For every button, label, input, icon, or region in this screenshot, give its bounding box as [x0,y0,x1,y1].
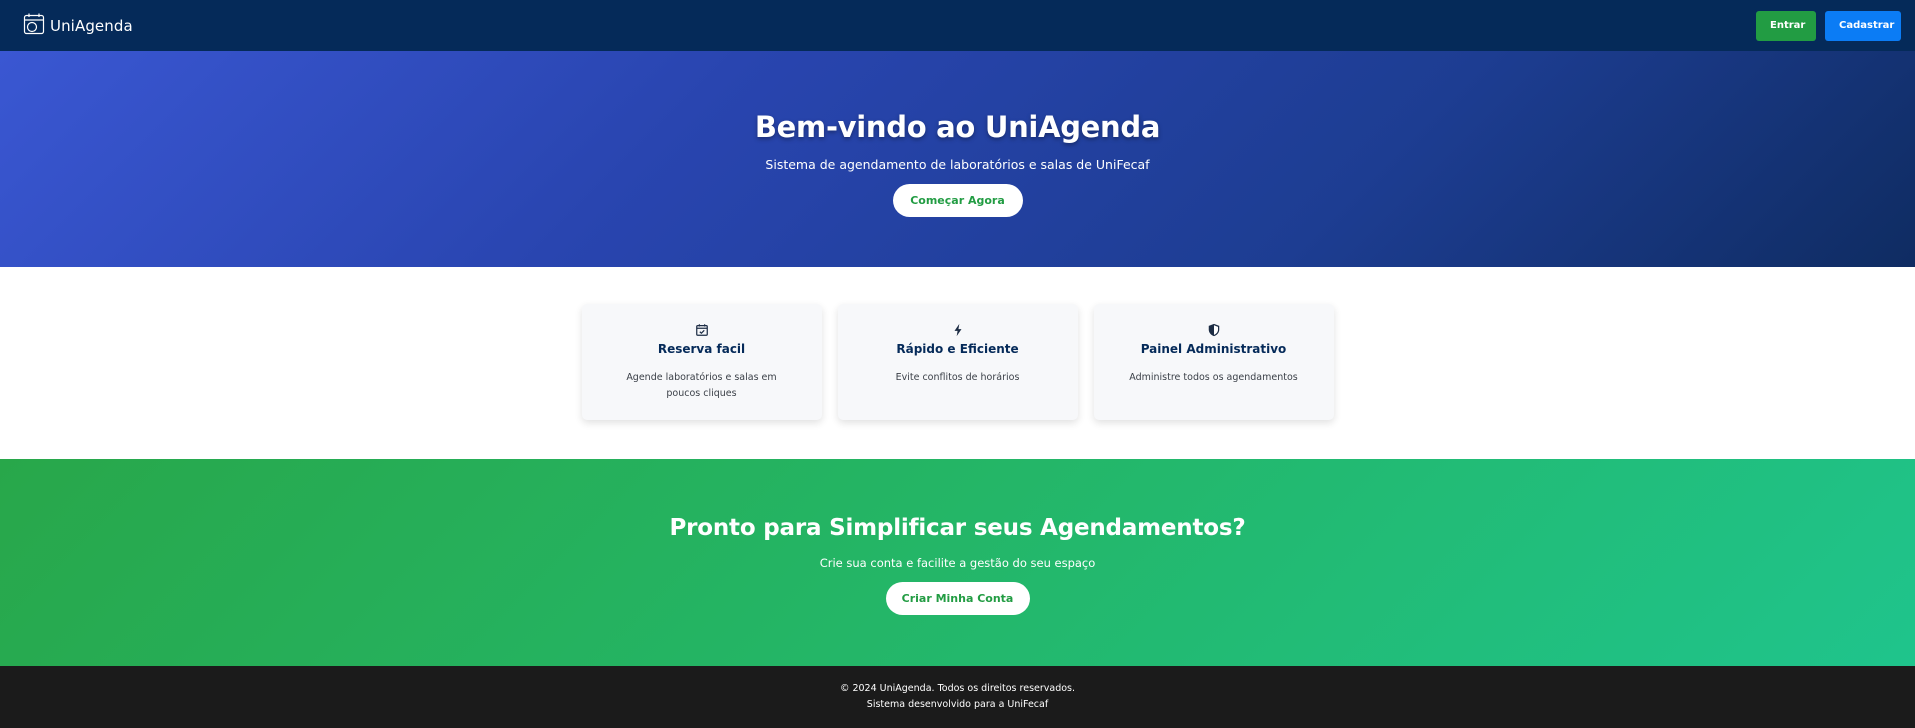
get-started-button[interactable]: Começar Agora [892,184,1023,217]
hero-title: Bem-vindo ao UniAgenda [754,110,1161,144]
hero-section: Bem-vindo ao UniAgenda Sistema de agenda… [0,51,1915,267]
feature-title: Rápido e Eficiente [896,342,1019,356]
create-account-button[interactable]: Criar Minha Conta [885,582,1030,615]
footer: © 2024 UniAgenda. Todos os direitos rese… [0,666,1915,728]
features-section: Reserva facil Agende laboratórios e sala… [0,267,1915,459]
feature-description: Agende laboratórios e salas em poucos cl… [626,372,777,399]
navbar: UniAgenda Entrar Cadastrar [0,0,1915,51]
feature-title: Painel Administrativo [1140,342,1287,356]
login-button[interactable]: Entrar [1756,10,1816,41]
feature-description: Administre todos os agendamentos [1129,372,1298,383]
hero-subtitle: Sistema de agendamento de laboratórios e… [765,157,1150,172]
lightning-bolt-icon [951,323,965,337]
feature-card-fast: Rápido e Eficiente Evite conflitos de ho… [837,304,1078,420]
shield-icon [1207,323,1221,337]
nav-actions: Entrar Cadastrar [1756,10,1901,41]
register-button[interactable]: Cadastrar [1825,10,1901,41]
feature-description: Evite conflitos de horários [895,372,1020,383]
feature-title: Reserva facil [657,342,746,356]
feature-card-easy-booking: Reserva facil Agende laboratórios e sala… [581,304,822,420]
calendar-logo-icon [22,12,46,40]
calendar-check-icon [695,323,709,337]
brand-link[interactable]: UniAgenda [22,12,133,40]
footer-credit: Sistema desenvolvido para a UniFecaf [866,699,1049,710]
cta-subtitle: Crie sua conta e facilite a gestão do se… [819,556,1096,570]
cta-section: Pronto para Simplificar seus Agendamento… [0,459,1915,666]
brand-name: UniAgenda [50,16,133,35]
feature-card-admin-panel: Painel Administrativo Administre todos o… [1093,304,1334,420]
footer-copyright: © 2024 UniAgenda. Todos os direitos rese… [839,683,1076,694]
cta-title: Pronto para Simplificar seus Agendamento… [669,515,1246,541]
